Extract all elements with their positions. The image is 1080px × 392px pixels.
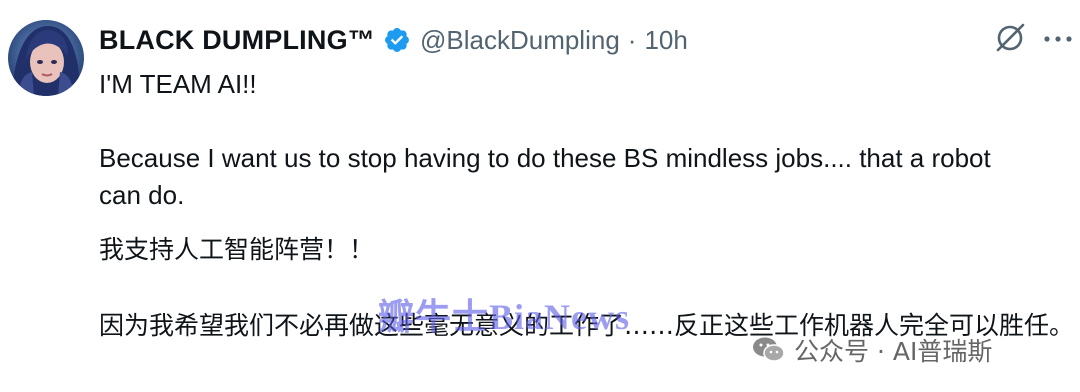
- tweet-text-paragraph: 我支持人工智能阵营！！: [99, 235, 375, 264]
- tweet-timestamp[interactable]: 10h: [644, 25, 687, 56]
- tweet-header: BLACK DUMPLING™ @BlackDumpling · 10h: [99, 22, 688, 58]
- wechat-watermark: 公众号 · AI普瑞斯: [752, 330, 992, 370]
- tweet-card[interactable]: BLACK DUMPLING™ @BlackDumpling · 10h I'M…: [0, 0, 1080, 392]
- verified-badge-icon: [383, 26, 411, 54]
- wechat-icon: [752, 336, 786, 364]
- wechat-watermark-text: 公众号 · AI普瑞斯: [794, 337, 993, 366]
- grok-button[interactable]: [990, 20, 1030, 60]
- more-options-button[interactable]: [1040, 22, 1076, 58]
- more-options-icon: [1043, 31, 1073, 49]
- avatar[interactable]: [8, 20, 84, 96]
- watermark-overlay: 瓣牛士BiaNews: [378, 297, 630, 337]
- grok-icon: [993, 21, 1027, 60]
- author-display-name[interactable]: BLACK DUMPLING™: [99, 25, 375, 56]
- tweet-text-paragraph: Because I want us to stop having to do t…: [99, 143, 991, 210]
- header-separator: ·: [627, 24, 637, 55]
- tweet-text-paragraph: I'M TEAM AI!!: [99, 69, 257, 99]
- author-handle[interactable]: @BlackDumpling: [420, 25, 620, 56]
